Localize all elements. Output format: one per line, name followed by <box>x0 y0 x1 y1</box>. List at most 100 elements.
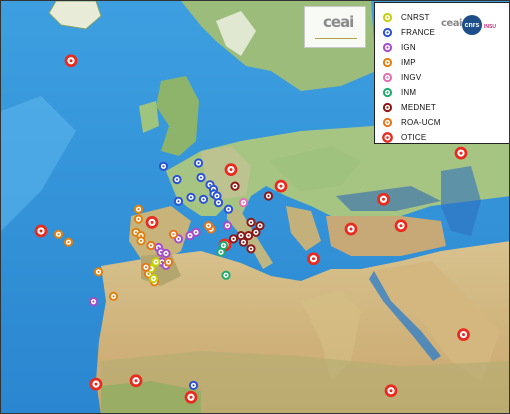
station-marker-otice <box>34 224 48 238</box>
station-marker-mednet <box>263 191 274 201</box>
ceai-logo: ceai <box>304 6 366 48</box>
station-marker-ign <box>185 231 195 241</box>
legend-swatch <box>382 42 393 53</box>
legend-marker-icon <box>382 57 393 68</box>
station-marker-ign <box>222 221 233 231</box>
station-marker-otice <box>457 328 470 341</box>
legend-marker-icon <box>382 72 393 83</box>
ceai-partner-logo: ceai <box>441 18 462 29</box>
station-marker-otice <box>377 192 390 206</box>
legend-swatch <box>382 27 393 38</box>
station-marker-imp <box>108 291 119 301</box>
station-marker-roa-ucm <box>168 229 179 239</box>
ceai-logo-text: ceai <box>323 13 354 31</box>
legend-item-otice: OTICE <box>381 131 426 144</box>
station-marker-france <box>172 174 182 185</box>
station-marker-france <box>223 204 234 214</box>
station-marker-france <box>173 196 184 206</box>
legend-label: MEDNET <box>401 103 436 112</box>
legend-item-imp: IMP <box>381 56 416 69</box>
station-marker-otice <box>64 54 78 68</box>
station-marker-france <box>196 172 206 183</box>
legend-label: IGN <box>401 43 416 52</box>
station-marker-cnrst <box>151 257 161 267</box>
legend-item-ign: IGN <box>381 41 416 54</box>
insu-logo: INSU <box>484 24 496 30</box>
map-view[interactable]: ceai CNRST FRANCE IGN IMP INGV INM MEDNET ROA-U… <box>0 0 510 414</box>
legend-swatch <box>382 132 393 143</box>
legend-label: ROA-UCM <box>401 118 441 127</box>
logo-divider <box>315 38 357 39</box>
partner-logos: ceai cnrs INSU <box>441 15 507 41</box>
legend-swatch <box>382 72 393 83</box>
station-marker-otice <box>274 179 288 193</box>
station-marker-otice <box>394 219 408 233</box>
legend-label: IMP <box>401 58 416 67</box>
station-marker-otice <box>129 374 143 388</box>
station-marker-otice <box>344 222 358 236</box>
legend-label: INGV <box>401 73 422 82</box>
legend-item-mednet: MEDNET <box>381 101 436 114</box>
station-marker-roa-ucm <box>146 240 156 251</box>
station-marker-mednet <box>230 181 240 191</box>
station-marker-mednet <box>246 217 256 227</box>
legend-swatch <box>382 12 393 23</box>
station-marker-mednet <box>246 244 256 254</box>
legend-item-inm: INM <box>381 86 416 99</box>
station-marker-otice <box>307 252 320 266</box>
cnrs-logo: cnrs <box>462 15 482 35</box>
station-marker-france <box>198 194 209 204</box>
station-marker-france <box>213 198 224 208</box>
legend-marker-icon <box>382 42 393 53</box>
legend-swatch <box>382 102 393 113</box>
anatolia <box>326 216 446 256</box>
station-marker-mednet <box>238 237 249 247</box>
legend-label: INM <box>401 88 417 97</box>
legend-marker-icon <box>382 102 393 113</box>
legend-swatch <box>382 87 393 98</box>
station-marker-imp <box>133 204 144 214</box>
station-marker-inm <box>221 270 231 280</box>
station-marker-france <box>186 192 196 202</box>
legend-marker-icon <box>382 27 393 38</box>
station-marker-imp <box>136 236 146 246</box>
station-marker-imp <box>133 214 144 224</box>
station-marker-otice <box>224 163 238 176</box>
station-marker-france <box>158 161 169 171</box>
legend-marker-icon <box>382 12 393 23</box>
station-marker-ingv <box>238 198 249 208</box>
legend-panel: CNRST FRANCE IGN IMP INGV INM MEDNET ROA-UCM OTI… <box>374 2 509 144</box>
station-marker-ign <box>88 297 99 307</box>
station-marker-inm <box>216 247 226 257</box>
legend-item-cnrst: CNRST <box>381 11 430 24</box>
station-marker-roa-ucm <box>163 257 174 267</box>
station-marker-imp <box>53 229 64 239</box>
station-marker-france <box>193 158 204 168</box>
station-marker-roa-ucm <box>203 221 214 231</box>
station-marker-mednet <box>243 231 254 241</box>
station-marker-otice <box>145 216 159 229</box>
station-marker-otice <box>184 390 198 404</box>
legend-swatch <box>382 117 393 128</box>
legend-item-ingv: INGV <box>381 71 421 84</box>
station-marker-ign <box>161 248 171 259</box>
legend-item-france: FRANCE <box>381 26 435 39</box>
legend-label: CNRST <box>401 13 430 22</box>
legend-marker-icon <box>382 132 393 143</box>
legend-marker-icon <box>382 117 393 128</box>
station-marker-mednet <box>228 234 239 244</box>
legend-label: OTICE <box>401 133 427 142</box>
station-marker-otice <box>384 384 398 398</box>
station-marker-imp <box>63 237 74 247</box>
legend-swatch <box>382 57 393 68</box>
station-marker-imp <box>93 267 104 277</box>
legend-label: FRANCE <box>401 28 436 37</box>
station-marker-france <box>188 380 199 391</box>
station-marker-cnrst <box>148 273 159 284</box>
station-marker-roa-ucm <box>141 262 151 272</box>
station-marker-otice <box>89 377 103 391</box>
station-marker-mednet <box>251 227 261 237</box>
station-marker-otice <box>454 146 468 160</box>
legend-marker-icon <box>382 87 393 98</box>
legend-item-roa-ucm: ROA-UCM <box>381 116 441 129</box>
